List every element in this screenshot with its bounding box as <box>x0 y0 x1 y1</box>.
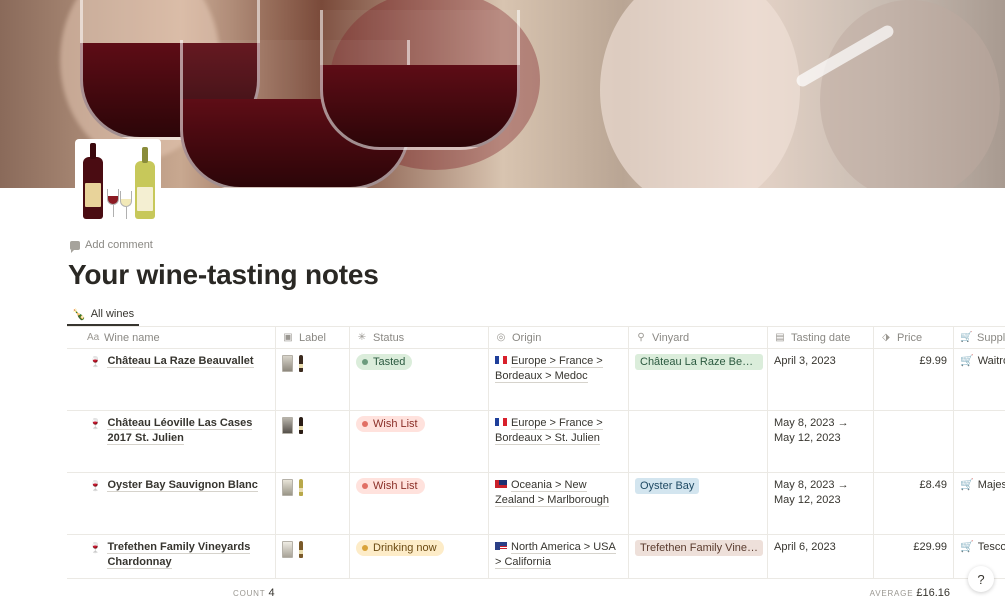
supplier-link[interactable]: 🛒Waitro <box>960 354 1005 369</box>
help-icon: ? <box>977 571 985 587</box>
status-badge[interactable]: Wish List <box>356 478 425 494</box>
table-row[interactable]: 🍷 Trefethen Family Vineyards Chardonnay D… <box>67 535 1005 579</box>
wine-name[interactable]: Château La Raze Beauvallet <box>107 355 254 368</box>
label-images[interactable] <box>282 478 343 496</box>
column-header-tasting-date[interactable]: ▤ Tasting date <box>768 327 874 348</box>
vinyard-tag[interactable]: Château La Raze Beauva... <box>635 354 763 370</box>
bottle-thumbnail[interactable] <box>299 541 303 558</box>
supplier-link[interactable]: 🛒 Majes <box>960 478 1005 493</box>
wine-name[interactable]: Château Léoville Las Cases 2017 St. Juli… <box>107 417 253 445</box>
page-title: Your wine-tasting notes <box>68 259 379 290</box>
add-comment-label: Add comment <box>85 239 153 251</box>
tab-all-wines[interactable]: 🍾 All wines <box>67 304 140 326</box>
globe-icon: ◎ <box>496 332 506 343</box>
table-row[interactable]: 🍷 Château La Raze Beauvallet Tasted Europ… <box>67 349 1005 411</box>
wine-bottles-icon: 🍾 <box>72 308 86 321</box>
label-thumbnail[interactable] <box>282 355 293 372</box>
supplier-link[interactable]: 🛒 Tesco <box>960 540 1005 555</box>
calendar-icon: ▤ <box>775 332 785 343</box>
tasting-date: April 3, 2023 <box>774 355 836 367</box>
flag-fr-icon <box>495 418 507 426</box>
status-badge[interactable]: Tasted <box>356 354 413 370</box>
vinyard-empty[interactable] <box>629 411 768 472</box>
table-footer: COUNT 4 AVERAGE £16.16 <box>67 579 1005 601</box>
price-value: £8.49 <box>919 479 947 491</box>
wine-glass-icon: 🍷 <box>89 543 102 554</box>
table-header: Aa Wine name ▣ Label ✳ Status ◎ Origin ⚲ Viny… <box>67 326 1005 349</box>
average-value: £16.16 <box>916 587 950 599</box>
table-row[interactable]: 🍷 Oyster Bay Sauvignon Blanc Wish List Oc… <box>67 473 1005 535</box>
status-badge[interactable]: Wish List <box>356 416 425 432</box>
label-thumbnail[interactable] <box>282 541 293 558</box>
wine-table: Aa Wine name ▣ Label ✳ Status ◎ Origin ⚲ Viny… <box>67 326 1005 579</box>
cart-icon: 🛒 <box>960 332 973 343</box>
origin-link[interactable]: Oceania > New Zealand > Marlborough <box>495 479 610 507</box>
wine-name[interactable]: Oyster Bay Sauvignon Blanc <box>107 479 258 492</box>
tab-label: All wines <box>90 308 135 320</box>
column-header-label[interactable]: ▣ Label <box>276 327 350 348</box>
origin-link[interactable]: Europe > France > Bordeaux > Medoc <box>495 355 603 383</box>
wine-name[interactable]: Trefethen Family Vineyards Chardonnay <box>107 541 251 569</box>
label-thumbnail[interactable] <box>282 479 293 496</box>
bottle-thumbnail[interactable] <box>299 479 303 496</box>
flag-us-icon <box>495 542 507 550</box>
text-icon: Aa <box>87 332 100 343</box>
count-value: 4 <box>268 587 275 599</box>
tag-icon: ⬗ <box>882 332 890 343</box>
origin-link[interactable]: North America > USA > California <box>495 541 616 569</box>
status-badge[interactable]: Drinking now <box>356 540 444 556</box>
column-header-origin[interactable]: ◎ Origin <box>489 327 629 348</box>
tasting-date: April 6, 2023 <box>774 541 836 553</box>
label-images[interactable] <box>282 354 343 372</box>
flag-fr-icon <box>495 356 507 364</box>
pin-icon: ⚲ <box>637 332 645 343</box>
count-calculation[interactable]: COUNT 4 <box>233 587 275 599</box>
add-comment-button[interactable]: Add comment <box>70 239 153 253</box>
vinyard-tag[interactable]: Trefethen Family Vineyar... <box>635 540 763 556</box>
table-row[interactable]: 🍷 Château Léoville Las Cases 2017 St. Jul… <box>67 411 1005 473</box>
help-button[interactable]: ? <box>968 566 994 592</box>
origin-link[interactable]: Europe > France > Bordeaux > St. Julien <box>495 417 603 445</box>
page-icon-wine-bottles[interactable] <box>75 139 161 223</box>
status-icon: ✳ <box>357 332 367 343</box>
flag-nz-icon <box>495 480 507 488</box>
column-header-wine-name[interactable]: Aa Wine name <box>67 327 276 348</box>
bottle-thumbnail[interactable] <box>299 355 303 372</box>
cart-icon: 🛒 <box>960 355 974 367</box>
column-header-status[interactable]: ✳ Status <box>350 327 489 348</box>
vinyard-tag[interactable]: Oyster Bay <box>635 478 700 494</box>
comment-icon <box>70 240 80 253</box>
cart-icon: 🛒 <box>960 541 974 553</box>
supplier-empty[interactable] <box>954 411 1005 472</box>
price-value: £29.99 <box>913 541 947 553</box>
column-header-supplier[interactable]: 🛒 Suppli <box>954 327 1005 348</box>
column-header-price[interactable]: ⬗ Price <box>874 327 954 348</box>
wine-glass-icon: 🍷 <box>89 419 102 430</box>
column-header-vinyard[interactable]: ⚲ Vinyard <box>629 327 768 348</box>
tasting-date: May 8, 2023 → May 12, 2023 <box>774 417 849 444</box>
label-images[interactable] <box>282 416 343 434</box>
wine-glass-icon: 🍷 <box>89 357 102 368</box>
image-icon: ▣ <box>283 332 293 343</box>
bottle-thumbnail[interactable] <box>299 417 303 434</box>
price-value: £9.99 <box>919 355 947 367</box>
tasting-date: May 8, 2023 → May 12, 2023 <box>774 479 849 506</box>
cart-icon: 🛒 <box>960 479 974 491</box>
label-images[interactable] <box>282 540 343 558</box>
wine-glass-icon: 🍷 <box>89 481 102 492</box>
average-calculation[interactable]: AVERAGE £16.16 <box>870 587 950 599</box>
label-thumbnail[interactable] <box>282 417 293 434</box>
